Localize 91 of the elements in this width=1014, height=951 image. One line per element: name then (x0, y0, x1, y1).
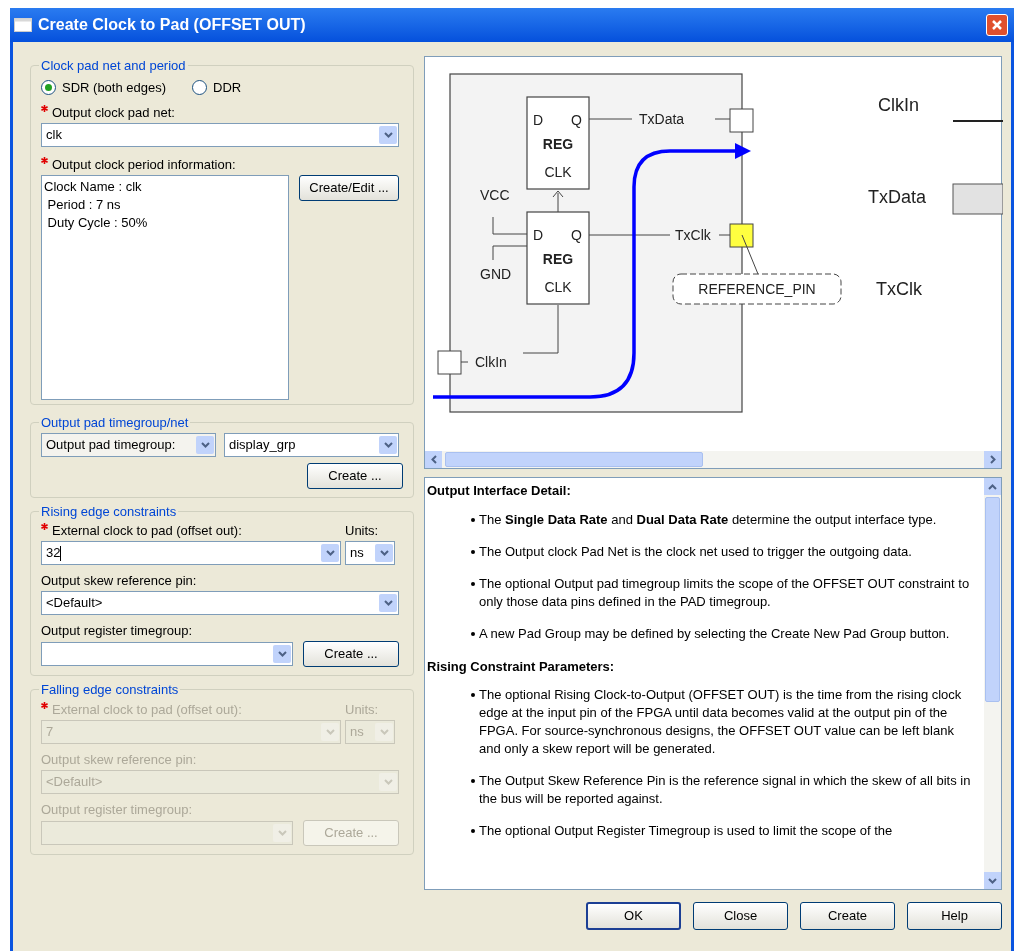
waveform-bus (952, 183, 1003, 215)
dropdown[interactable] (41, 642, 293, 666)
waveform-label: TxClk (876, 279, 922, 299)
bullet-icon (471, 779, 475, 783)
field-label: Output skew reference pin: (41, 572, 197, 591)
group-title: Output pad timegroup/net (40, 414, 190, 432)
signal-label: ClkIn (475, 354, 507, 370)
bullet-icon (471, 517, 475, 522)
signal-label: TxData (639, 111, 685, 127)
group-title: Falling edge constraints (40, 681, 180, 699)
help-paragraph: The optional Output Register Timegroup is used to limit the scope of the (479, 822, 893, 840)
wire (492, 245, 528, 261)
waveform-label: ClkIn (878, 95, 919, 115)
close-button[interactable] (986, 14, 1008, 36)
help-paragraph: A new Pad Group may be defined by selecting the Create New Pad Group button. (479, 624, 950, 643)
help-paragraph: The Single Data Rate and Dual Data Rate determine the output interface type. (479, 510, 937, 529)
field-label: External clock to pad (offset out): (52, 522, 242, 541)
field-label: Output register timegroup: (41, 800, 193, 819)
wire (552, 190, 564, 213)
bullet-icon (471, 581, 475, 586)
help-heading: Rising Constraint Parameters: (427, 657, 616, 676)
field-label: Output skew reference pin: (41, 750, 197, 769)
dropdown[interactable]: ns (345, 541, 395, 565)
info-line: Duty Cycle : 50% (46, 214, 149, 232)
pin-label: Q (571, 112, 582, 128)
dialog-button[interactable]: Help (907, 902, 1002, 930)
dropdown[interactable]: clk (41, 123, 399, 147)
field-label: Output clock period information: (52, 156, 236, 175)
pin-label: Q (571, 227, 582, 243)
help-paragraph: The optional Output pad timegroup limits the scope of the OFFSET OUT constraint to only those data pins defined in the PAD timegroup. (479, 574, 971, 611)
radio-button[interactable]: SDR (both edges) (41, 77, 167, 97)
group-title: Rising edge constraints (40, 502, 178, 521)
info-line: Period : 7 ns (46, 196, 122, 214)
dialog-button[interactable]: OK (586, 902, 681, 930)
bullet-icon (471, 549, 475, 554)
register-label: REG (542, 251, 574, 267)
help-paragraph: The Output clock Pad Net is the clock net used to trigger the outgoing data. (479, 542, 912, 561)
vertical-scrollbar[interactable] (984, 478, 1001, 889)
power-label: VCC (480, 187, 510, 203)
pin-label: CLK (544, 279, 572, 295)
dropdown[interactable] (41, 820, 293, 845)
dropdown[interactable]: Output pad timegroup: (41, 432, 216, 457)
pin-label: D (533, 112, 544, 128)
close-icon (991, 19, 1003, 31)
text-cursor (60, 545, 62, 561)
horizontal-scrollbar[interactable] (425, 451, 1001, 468)
leader-line (741, 234, 759, 275)
radio-button[interactable]: DDR (192, 77, 242, 97)
bullet-icon (471, 693, 475, 697)
scroll-up-icon[interactable] (984, 478, 1001, 495)
window-icon (14, 18, 32, 32)
dropdown[interactable]: 32 (41, 541, 341, 565)
field-label: Output clock pad net: (52, 104, 175, 123)
field-label: External clock to pad (offset out): (52, 700, 242, 719)
dropdown[interactable]: <Default> (41, 591, 399, 615)
scroll-down-icon[interactable] (984, 872, 1001, 889)
pin-label: CLK (544, 164, 572, 180)
waveform-line (952, 120, 1003, 122)
help-paragraph: The Output Skew Reference Pin is the reference signal in which the skew of all bits in the bus will be reported against. (479, 772, 972, 808)
field-label: Units: (345, 522, 379, 541)
wire (714, 118, 731, 120)
create-edit-button[interactable]: Create/Edit ... (299, 175, 399, 201)
scroll-right-icon[interactable] (984, 451, 1001, 468)
callout-label: REFERENCE_PIN (698, 281, 816, 297)
scroll-left-icon[interactable] (425, 451, 442, 468)
scroll-thumb[interactable] (445, 452, 703, 467)
ground-label: GND (480, 266, 512, 282)
help-heading: Output Interface Detail: (427, 482, 572, 500)
register-label: REG (542, 136, 574, 152)
help-paragraph: The optional Rising Clock-to-Output (OFFSET OUT) is the time from the rising clock edge at the input pin of the FPGA until data becomes valid at the output pin of the FPGA. For source-synchronous designs, the OFFSET OUT value can be left blank and only a skew report will be generated. (479, 686, 963, 758)
bullet-icon (471, 829, 475, 833)
signal-label: TxClk (675, 227, 711, 243)
info-line: Clock Name : clk (44, 178, 143, 196)
field-label: Units: (345, 700, 379, 719)
scroll-thumb[interactable] (985, 497, 1000, 702)
field-label: Output register timegroup: (41, 622, 193, 641)
create-button[interactable]: Create ... (303, 641, 399, 667)
dropdown[interactable]: display_grp (224, 432, 399, 457)
wire (718, 234, 731, 236)
group-title: Clock pad net and period (40, 57, 187, 75)
pin-label: D (533, 227, 544, 243)
create-button[interactable]: Create ... (307, 462, 403, 489)
dialog-button[interactable]: Close (693, 902, 788, 930)
wire (522, 304, 559, 354)
wire (492, 216, 528, 235)
wire (460, 361, 469, 363)
bullet-icon (471, 631, 475, 636)
wire (588, 118, 633, 120)
waveform-label: TxData (868, 187, 927, 207)
dialog-button[interactable]: Create (800, 902, 895, 930)
window-title: Create Clock to Pad (OFFSET OUT) (38, 15, 307, 35)
